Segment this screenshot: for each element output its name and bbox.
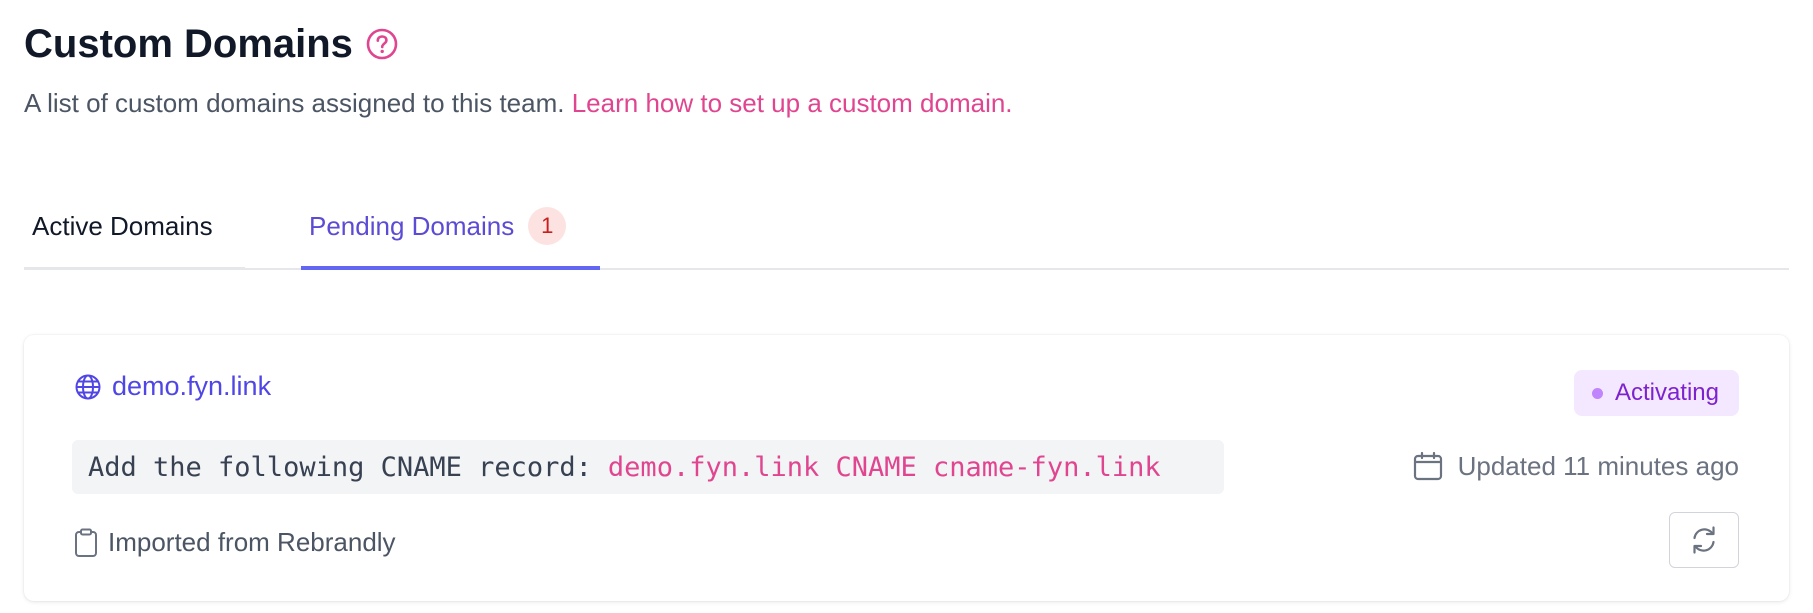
tab-label: Pending Domains xyxy=(309,210,515,241)
page-description: A list of custom domains assigned to thi… xyxy=(24,88,1789,119)
updated-text: Updated 11 minutes ago xyxy=(1457,450,1739,481)
updated-timestamp: Updated 11 minutes ago xyxy=(1412,450,1739,482)
description-text: A list of custom domains assigned to thi… xyxy=(24,88,565,118)
status-label: Activating xyxy=(1614,379,1719,406)
cname-instruction-text: Add the following CNAME record: xyxy=(88,451,592,483)
tab-label: Active Domains xyxy=(32,210,213,241)
domain-tabs: Active Domains Pending Domains 1 xyxy=(24,184,1789,270)
question-circle-icon[interactable] xyxy=(365,27,399,61)
pending-count-badge: 1 xyxy=(528,207,567,245)
tab-active-domains[interactable]: Active Domains xyxy=(24,184,245,270)
learn-setup-link[interactable]: Learn how to set up a custom domain. xyxy=(572,88,1013,118)
refresh-button[interactable] xyxy=(1669,512,1739,568)
globe-icon xyxy=(74,373,102,401)
domain-link[interactable]: demo.fyn.link xyxy=(112,371,271,402)
status-badge: Activating xyxy=(1573,370,1739,416)
title-row: Custom Domains xyxy=(24,16,1789,72)
cname-instruction: Add the following CNAME record: demo.fyn… xyxy=(72,440,1224,494)
calendar-icon xyxy=(1412,450,1444,482)
cname-record-value: demo.fyn.link CNAME cname-fyn.link xyxy=(607,451,1161,483)
custom-domains-page: Custom Domains A list of custom domains … xyxy=(0,0,1813,613)
import-source-text: Imported from Rebrandly xyxy=(108,527,396,557)
pending-domain-card: demo.fyn.link Activating Add the followi… xyxy=(24,335,1789,601)
page-title: Custom Domains xyxy=(24,21,353,66)
domain-row: demo.fyn.link xyxy=(74,371,271,402)
tab-pending-domains[interactable]: Pending Domains 1 xyxy=(301,184,600,270)
clipboard-icon xyxy=(74,528,98,558)
import-source: Imported from Rebrandly xyxy=(74,527,396,558)
page-header: Custom Domains A list of custom domains … xyxy=(24,16,1789,119)
status-dot xyxy=(1591,387,1603,399)
refresh-icon xyxy=(1688,524,1720,556)
